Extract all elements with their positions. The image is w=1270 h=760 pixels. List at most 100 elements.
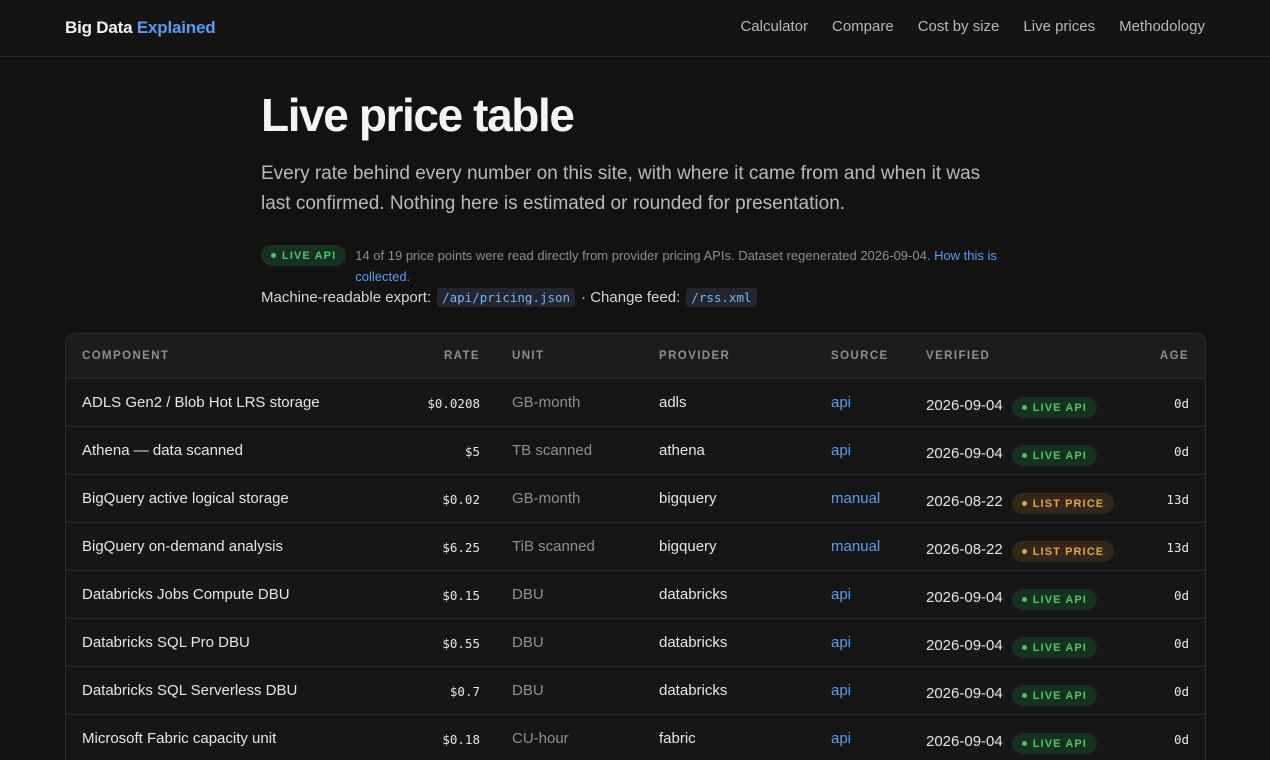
verified-date: 2026-09-04 (926, 445, 1003, 462)
age-value: 0d (1173, 396, 1189, 411)
unit-value: DBU (512, 682, 544, 699)
component-name: Microsoft Fabric capacity unit (82, 730, 277, 747)
provider-value: databricks (659, 586, 728, 603)
nav-calculator[interactable]: Calculator (740, 18, 808, 35)
unit-value: TiB scanned (512, 538, 595, 555)
table-row: BigQuery active logical storage $0.02 GB… (66, 475, 1205, 523)
source-badge: LIVE API (1011, 445, 1097, 466)
main-nav: Calculator Compare Cost by size Live pri… (740, 18, 1205, 35)
status-dot-icon (1021, 741, 1027, 746)
nav-compare[interactable]: Compare (832, 18, 894, 35)
source-link[interactable]: api (831, 442, 851, 459)
source-badge: LIST PRICE (1011, 493, 1115, 514)
verified-cell: 2026-09-04 LIVE API (926, 729, 1097, 754)
source-link[interactable]: manual (831, 490, 880, 507)
age-value: 0d (1173, 636, 1189, 651)
table-row: BigQuery on-demand analysis $6.25 TiB sc… (66, 523, 1205, 571)
provider-value: bigquery (659, 490, 717, 507)
rate-value: $0.18 (442, 732, 480, 747)
provider-value: databricks (659, 682, 728, 699)
age-value: 0d (1173, 444, 1189, 459)
source-badge-label: LIST PRICE (1032, 497, 1105, 510)
col-component[interactable]: COMPONENT (82, 350, 169, 362)
age-value: 13d (1166, 540, 1189, 555)
brand-name: Big Data (65, 18, 133, 37)
col-provider[interactable]: PROVIDER (659, 350, 730, 362)
col-rate[interactable]: RATE (444, 350, 480, 362)
col-source[interactable]: SOURCE (831, 350, 889, 362)
unit-value: GB-month (512, 394, 581, 411)
age-value: 13d (1166, 492, 1189, 507)
source-badge: LIVE API (1011, 589, 1097, 610)
rss-feed-link[interactable]: /rss.xml (686, 288, 757, 307)
live-api-badge: LIVE API (261, 245, 347, 266)
component-name: BigQuery active logical storage (82, 490, 289, 507)
site-logo[interactable]: Big Data Explained (65, 18, 216, 38)
source-link[interactable]: manual (831, 538, 880, 555)
component-name: Databricks Jobs Compute DBU (82, 586, 290, 603)
export-links: Machine-readable export: /api/pricing.js… (261, 288, 1021, 307)
source-badge-label: LIVE API (1032, 449, 1087, 462)
source-link[interactable]: api (831, 730, 851, 747)
source-link[interactable]: api (831, 394, 851, 411)
source-link[interactable]: api (831, 586, 851, 603)
unit-value: DBU (512, 634, 544, 651)
table-header: COMPONENT RATE UNIT PROVIDER SOURCE VERI… (66, 334, 1205, 379)
source-link[interactable]: api (831, 682, 851, 699)
component-name: ADLS Gen2 / Blob Hot LRS storage (82, 394, 320, 411)
verified-date: 2026-09-04 (926, 397, 1003, 414)
page-lede: Every rate behind every number on this s… (261, 163, 981, 214)
nav-methodology[interactable]: Methodology (1119, 18, 1205, 35)
col-unit[interactable]: UNIT (512, 350, 544, 362)
rate-value: $0.15 (442, 588, 480, 603)
verified-date: 2026-08-22 (926, 493, 1003, 510)
provider-value: databricks (659, 634, 728, 651)
status-dot-icon (1021, 501, 1027, 506)
unit-value: TB scanned (512, 442, 593, 459)
provider-value: fabric (659, 730, 696, 747)
age-value: 0d (1173, 684, 1189, 699)
source-badge-label: LIST PRICE (1032, 545, 1105, 558)
verified-date: 2026-09-04 (926, 589, 1003, 606)
nav-cost-by-size[interactable]: Cost by size (918, 18, 1000, 35)
page-title: Live price table (261, 89, 575, 141)
col-verified[interactable]: VERIFIED (926, 350, 990, 362)
rate-value: $0.02 (442, 492, 480, 507)
source-badge: LIVE API (1011, 397, 1097, 418)
component-name: Databricks SQL Serverless DBU (82, 682, 298, 699)
nav-live-prices[interactable]: Live prices (1023, 18, 1095, 35)
table-row: Databricks SQL Serverless DBU $0.7 DBU d… (66, 667, 1205, 715)
verified-date: 2026-09-04 (926, 637, 1003, 654)
dataset-status: LIVE API 14 of 19 price points were read… (261, 245, 1021, 287)
verified-cell: 2026-08-22 LIST PRICE (926, 537, 1115, 562)
status-dot-icon (1021, 645, 1027, 650)
source-badge-label: LIVE API (1032, 689, 1087, 702)
verified-cell: 2026-08-22 LIST PRICE (926, 489, 1115, 514)
table-row: ADLS Gen2 / Blob Hot LRS storage $0.0208… (66, 379, 1205, 427)
source-badge-label: LIVE API (1032, 737, 1087, 750)
api-export-link[interactable]: /api/pricing.json (437, 288, 576, 307)
rate-value: $6.25 (442, 540, 480, 555)
verified-cell: 2026-09-04 LIVE API (926, 633, 1097, 658)
status-dot-icon (1021, 597, 1027, 602)
rate-value: $0.0208 (427, 396, 480, 411)
verified-date: 2026-09-04 (926, 733, 1003, 750)
source-badge-label: LIVE API (1032, 593, 1087, 606)
component-name: Databricks SQL Pro DBU (82, 634, 250, 651)
source-link[interactable]: api (831, 634, 851, 651)
rate-value: $0.7 (449, 684, 480, 699)
source-badge: LIVE API (1011, 637, 1097, 658)
col-age[interactable]: AGE (1160, 350, 1189, 362)
verified-cell: 2026-09-04 LIVE API (926, 681, 1097, 706)
source-badge: LIST PRICE (1011, 541, 1115, 562)
status-dot-icon (1021, 453, 1027, 458)
verified-cell: 2026-09-04 LIVE API (926, 441, 1097, 466)
table-body: ADLS Gen2 / Blob Hot LRS storage $0.0208… (66, 379, 1205, 760)
component-name: Athena — data scanned (82, 442, 243, 459)
feed-label: · Change feed: (581, 289, 681, 306)
component-name: BigQuery on-demand analysis (82, 538, 283, 555)
status-text: 14 of 19 price points were read directly… (355, 248, 931, 263)
price-table: COMPONENT RATE UNIT PROVIDER SOURCE VERI… (65, 333, 1206, 760)
unit-value: CU-hour (512, 730, 569, 747)
provider-value: adls (659, 394, 687, 411)
